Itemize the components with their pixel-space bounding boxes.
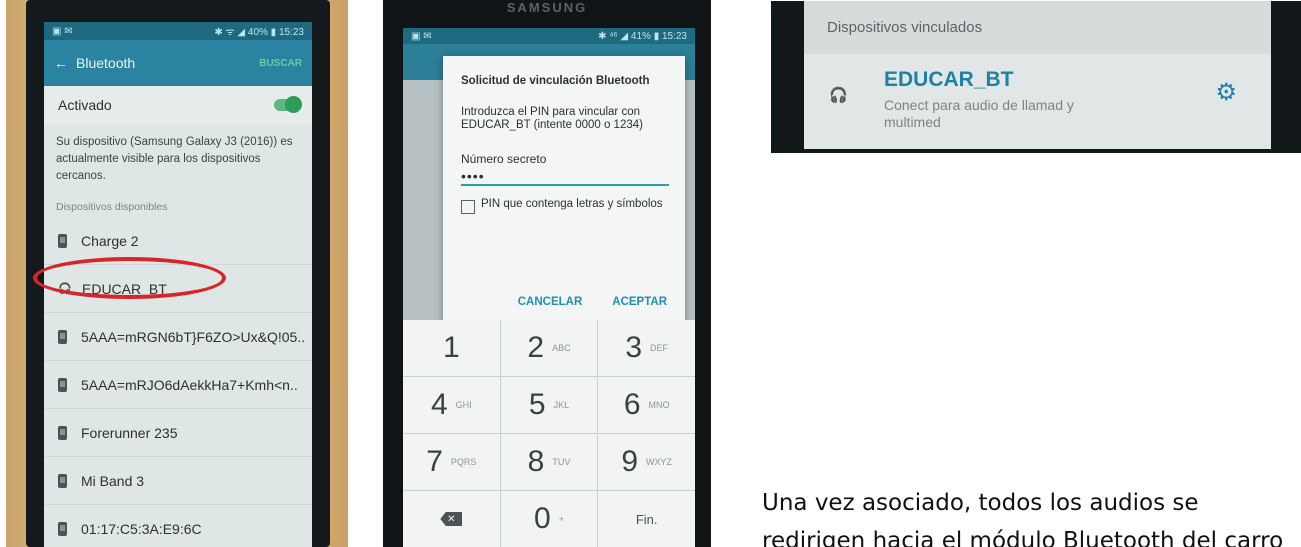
section-header-available: Dispositivos disponibles [56,201,168,213]
device-name: 01:17:C5:3A:E9:6C [81,520,202,537]
phone-icon [58,233,67,248]
phone-screen: ▣ ✉ ✱ ⁴⁶ ◢ 41% ▮ 15:23 Solicitud de vinc… [403,28,695,547]
checkbox-label: PIN que contenga letras y símbolos [481,198,663,210]
phone-icon [58,521,67,536]
checkbox[interactable] [461,200,475,214]
pin-field-label: Número secreto [461,152,547,166]
status-left: ▣ ✉ [52,25,73,37]
key-5[interactable]: 5 JKL [500,377,598,433]
done-label: Fin. [635,511,658,527]
photo-pairing-dialog: SAMSUNG ▣ ✉ ✱ ⁴⁶ ◢ 41% ▮ 15:23 Solicitud… [383,0,711,547]
dialog-actions: CANCELAR ACEPTAR [518,296,667,308]
caption-line-2: redirigen hacia el módulo Bluetooth del … [762,528,1284,547]
cancel-button[interactable]: CANCELAR [518,296,583,308]
brand-logo: SAMSUNG [506,0,588,15]
photo-bluetooth-settings: ▣ ✉ ✱ ᯤ ◢ 40% ▮ 15:23 ← Bluetooth BUSCAR… [6,0,348,547]
key-1[interactable]: 1 [403,320,500,376]
key-7[interactable]: 7 PQRS [403,434,500,490]
key-letters: PQRS [450,457,477,467]
phone-icon [58,473,67,488]
paired-device-row[interactable]: 🎧 EDUCAR_BT Conect para audio de llamad … [804,54,1271,149]
backspace-icon: ✕ [440,512,463,526]
pin-input[interactable]: •••• [461,168,669,186]
device-item[interactable]: 5AAA=mRJO6dAekkHa7+Kmh<n.. [44,361,312,409]
key-digit: 2 [527,331,545,364]
key-digit: 8 [527,445,545,478]
key-digit: 3 [625,331,642,364]
key-letters: DEF [650,343,668,353]
key-digit: 4 [430,388,448,421]
backspace-key[interactable]: ✕ [403,491,500,547]
key-digit: 5 [528,388,546,421]
toggle-label: Activado [58,97,112,113]
section-header-paired: Dispositivos vinculados [804,1,1271,54]
key-digit: 6 [623,388,641,421]
status-right: ✱ ᯤ ◢ 40% ▮ 15:23 [214,27,304,38]
key-digit: 9 [621,445,638,478]
key-digit: 0 [534,502,551,535]
page-title: Bluetooth [76,55,136,71]
gear-icon[interactable]: ⚙ [1215,78,1237,107]
numeric-keypad: 1 2 ABC 3 DEF 4 GHI 5 JKL 6 MNO 7 PQRS 8… [403,320,695,547]
key-letters: GHI [455,400,472,410]
device-name: Mi Band 3 [81,472,145,489]
key-4[interactable]: 4 GHI [403,377,500,433]
phone-icon [58,377,67,392]
accept-button[interactable]: ACEPTAR [612,296,667,308]
dialog-message: Introduzca el PIN para vincular con EDUC… [461,106,643,131]
key-2[interactable]: 2 ABC [500,320,598,376]
key-digit: 1 [442,331,460,364]
status-bar: ▣ ✉ ✱ ᯤ ◢ 40% ▮ 15:23 [44,22,312,40]
key-letters: WXYZ [646,457,672,467]
paired-device-status: Conect para audio de llamad y multimed [884,97,1074,130]
done-key[interactable]: Fin. [598,491,695,547]
device-item[interactable]: Forerunner 235 [44,409,312,457]
paired-device-name: EDUCAR_BT [884,68,1014,91]
device-name: 5AAA=mRGN6bT}F6ZO>Ux&Q!05.. [81,328,306,345]
phone-screen: Dispositivos vinculados 🎧 EDUCAR_BT Cone… [804,1,1271,149]
key-9[interactable]: 9 WXYZ [598,434,695,490]
status-left: ▣ ✉ [411,30,432,42]
device-item[interactable]: 01:17:C5:3A:E9:6C [44,505,312,547]
caption-line-1: Una vez asociado, todos los audios se [762,490,1199,516]
device-item[interactable]: Mi Band 3 [44,457,312,505]
key-digit: 7 [426,445,443,478]
key-8[interactable]: 8 TUV [500,434,598,490]
pairing-dialog: Solicitud de vinculación Bluetooth Intro… [443,56,685,334]
key-letters: + [558,514,564,524]
highlight-circle [33,257,226,299]
caption-text: Una vez asociado, todos los audios se re… [762,484,1301,547]
device-item[interactable]: 5AAA=mRGN6bT}F6ZO>Ux&Q!05.. [44,313,312,361]
headset-icon: 🎧 [829,87,848,104]
device-item[interactable]: Charge 2 [44,217,312,265]
phone-icon [58,329,67,344]
search-button[interactable]: BUSCAR [259,58,302,69]
status-right: ✱ ⁴⁶ ◢ 41% ▮ 15:23 [598,30,687,42]
key-6[interactable]: 6 MNO [598,377,695,433]
key-letters: MNO [648,400,670,410]
device-name: Charge 2 [81,232,139,249]
device-name: Forerunner 235 [81,424,178,441]
phone-icon [58,425,67,440]
key-3[interactable]: 3 DEF [598,320,695,376]
photo-paired-devices: Dispositivos vinculados 🎧 EDUCAR_BT Cone… [771,1,1301,153]
bluetooth-toggle-row[interactable]: Activado [44,86,312,124]
device-name: 5AAA=mRJO6dAekkHa7+Kmh<n.. [81,376,298,393]
bluetooth-toggle[interactable] [274,96,302,113]
key-letters: JKL [553,400,570,410]
back-arrow-icon[interactable]: ← [54,55,68,71]
status-bar: ▣ ✉ ✱ ⁴⁶ ◢ 41% ▮ 15:23 [403,28,695,44]
key-letters: TUV [552,457,571,467]
key-letters: ABC [552,343,571,353]
alphanumeric-pin-option[interactable]: PIN que contenga letras y símbolos [461,198,669,214]
key-0[interactable]: 0 + [500,491,598,547]
visibility-description: Su dispositivo (Samsung Galaxy J3 (2016)… [56,136,293,182]
app-bar: ← Bluetooth BUSCAR [44,40,312,86]
dialog-title: Solicitud de vinculación Bluetooth [461,75,650,87]
